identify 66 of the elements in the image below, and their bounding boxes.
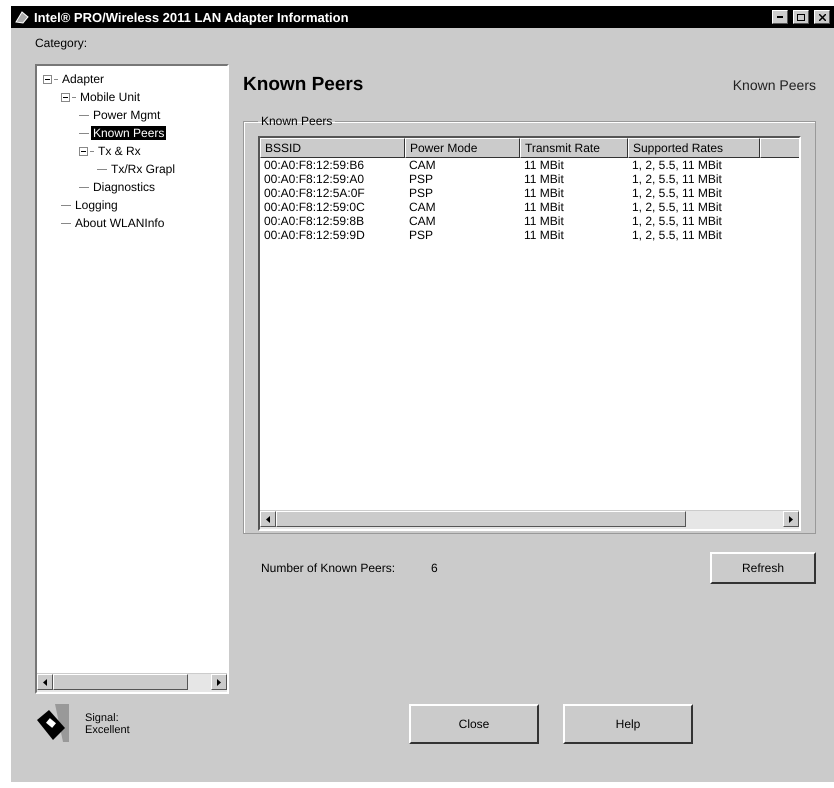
tree-item[interactable]: Tx/Rx Grapl <box>109 162 178 176</box>
column-header[interactable]: Supported Rates <box>628 138 760 158</box>
tree-item[interactable]: Adapter <box>60 72 106 86</box>
scroll-right-icon <box>217 678 221 686</box>
collapse-icon[interactable] <box>61 92 70 102</box>
table-cell-text: 11 MBit <box>523 158 565 172</box>
signal-label: Signal: <box>85 712 120 724</box>
collapse-icon[interactable] <box>79 146 88 156</box>
table-cell-text: 1, 2, 5.5, 11 MBit <box>631 228 723 242</box>
table-cell-text: 00:A0:F8:12:59:A0 <box>263 172 366 186</box>
tree-item[interactable]: Diagnostics <box>91 180 158 194</box>
table-cell-text: 00:A0:F8:12:59:B6 <box>263 158 366 172</box>
table-cell-text: PSP <box>408 186 434 200</box>
table-cell-text: 11 MBit <box>523 172 565 186</box>
table-cell-text: CAM <box>408 214 437 228</box>
tree-item[interactable]: Mobile Unit <box>78 90 142 104</box>
signal-value: Excellent <box>85 724 131 736</box>
table-cell-text: 00:A0:F8:12:59:9D <box>263 228 366 242</box>
table-cell-text: 11 MBit <box>523 200 565 214</box>
maximize-icon <box>797 14 805 20</box>
close-icon <box>818 14 826 20</box>
category-label: Category: <box>35 36 88 50</box>
table-cell-text: PSP <box>408 228 434 242</box>
minimize-icon <box>777 16 783 18</box>
scroll-right-icon <box>789 516 793 522</box>
maximize-button[interactable] <box>793 10 809 24</box>
close-button[interactable] <box>814 10 830 24</box>
table-cell-text: CAM <box>408 200 437 214</box>
table-cell-text: 11 MBit <box>523 186 565 200</box>
table-cell-text: 11 MBit <box>523 214 565 228</box>
minimize-button[interactable] <box>772 10 788 24</box>
table-cell-text: 1, 2, 5.5, 11 MBit <box>631 172 723 186</box>
horizontal-scrollbar[interactable] <box>37 673 227 692</box>
table-cell-text: 00:A0:F8:12:5A:0F <box>263 186 366 200</box>
tree-item[interactable]: Logging <box>73 198 120 212</box>
tree-item[interactable]: Tx & Rx <box>96 144 143 158</box>
peer-count-value: 6 <box>431 561 439 575</box>
column-header[interactable]: BSSID <box>260 138 405 158</box>
tree-item[interactable]: Known Peers <box>91 126 166 140</box>
group-label: Known Peers <box>260 114 334 128</box>
page-caption: Known Peers <box>732 77 816 93</box>
table-cell-text: 1, 2, 5.5, 11 MBit <box>631 186 723 200</box>
collapse-icon[interactable] <box>43 74 52 84</box>
table-cell-text: 1, 2, 5.5, 11 MBit <box>631 158 723 172</box>
column-header[interactable]: Power Mode <box>405 138 520 158</box>
table-cell-text: 1, 2, 5.5, 11 MBit <box>631 214 723 228</box>
table-cell-text: PSP <box>408 172 434 186</box>
column-header[interactable] <box>760 138 799 158</box>
table-cell-text: 00:A0:F8:12:59:8B <box>263 214 366 228</box>
app-icon <box>15 10 29 24</box>
table-cell-text: 11 MBit <box>523 228 565 242</box>
help-button[interactable]: Help <box>563 704 693 744</box>
scroll-left-icon <box>266 516 270 522</box>
table-cell-text: 00:A0:F8:12:59:0C <box>263 200 366 214</box>
tree-item[interactable]: Power Mgmt <box>91 108 162 122</box>
table-cell-text: CAM <box>408 158 437 172</box>
peer-count-label: Number of Known Peers: <box>261 561 396 575</box>
window-title: Intel® PRO/Wireless 2011 LAN Adapter Information <box>34 10 350 24</box>
scroll-left-icon <box>43 678 47 686</box>
refresh-button[interactable]: Refresh <box>710 552 816 584</box>
horizontal-scrollbar[interactable] <box>260 510 799 529</box>
tree-item[interactable]: About WLANInfo <box>73 216 166 230</box>
table-cell-text: 1, 2, 5.5, 11 MBit <box>631 200 723 214</box>
page-heading: Known Peers <box>243 74 364 96</box>
close-dialog-button[interactable]: Close <box>409 704 539 744</box>
column-header[interactable]: Transmit Rate <box>520 138 628 158</box>
